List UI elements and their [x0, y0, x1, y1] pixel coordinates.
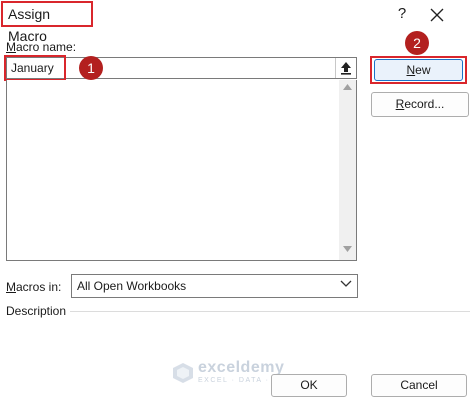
collapse-dialog-button[interactable] — [335, 58, 356, 78]
help-button[interactable]: ? — [392, 4, 412, 24]
scroll-up-icon[interactable] — [343, 84, 352, 90]
description-label: Description — [6, 304, 67, 318]
watermark: exceldemy EXCEL · DATA · BI — [172, 360, 284, 385]
macro-name-highlight — [4, 55, 66, 81]
macros-in-label-accel: M — [6, 280, 16, 294]
close-icon — [430, 8, 444, 22]
new-button-accel: N — [406, 63, 416, 77]
description-divider — [70, 311, 470, 312]
macros-in-selected[interactable]: All Open Workbooks — [77, 279, 186, 293]
macro-list[interactable] — [6, 80, 357, 261]
scroll-down-icon[interactable] — [343, 246, 352, 252]
list-scrollbar[interactable] — [339, 80, 356, 260]
macro-name-label: Macro name: — [6, 40, 76, 54]
cancel-button[interactable]: Cancel — [371, 374, 467, 397]
macros-in-label-rest: acros in: — [16, 280, 62, 294]
record-button[interactable]: Record... — [371, 92, 469, 117]
collapse-dialog-icon — [341, 62, 351, 75]
macro-name-label-rest: acro name: — [16, 40, 77, 54]
dialog-title: Assign Macro — [1, 1, 93, 44]
record-button-accel: R — [395, 97, 405, 111]
ok-button[interactable]: OK — [271, 374, 347, 397]
macros-in-label: Macros in: — [6, 280, 61, 294]
new-button-rest: ew — [415, 63, 431, 77]
macro-name-label-accel: M — [6, 40, 16, 54]
record-button-rest: ecord... — [404, 97, 445, 111]
close-button[interactable] — [426, 4, 448, 26]
watermark-logo-icon — [173, 362, 193, 383]
step-badge-2: 2 — [405, 31, 429, 55]
chevron-down-icon[interactable] — [340, 280, 352, 288]
step-badge-1: 1 — [79, 56, 103, 80]
dialog-title-text: Assign Macro — [8, 6, 51, 44]
new-button[interactable]: New — [374, 59, 463, 81]
